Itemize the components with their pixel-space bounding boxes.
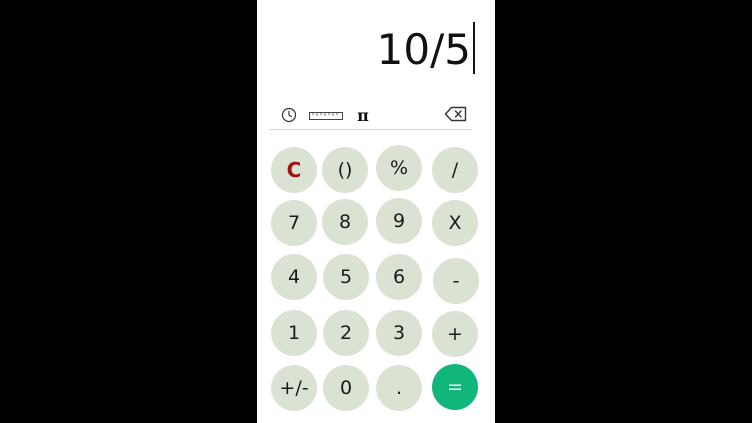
digit-8-button[interactable]: 8 (322, 199, 368, 245)
digit-1-button[interactable]: 1 (271, 310, 317, 356)
digit-3-button[interactable]: 3 (376, 310, 422, 356)
negate-button[interactable]: +/- (271, 365, 317, 411)
add-button[interactable]: + (432, 311, 478, 357)
parentheses-button[interactable]: () (322, 147, 368, 193)
digit-0-button[interactable]: 0 (323, 365, 369, 411)
keypad: C () % / 7 8 9 X 4 5 6 - 1 2 3 + +/- 0 .… (257, 0, 495, 423)
digit-9-button[interactable]: 9 (376, 198, 422, 244)
digit-5-button[interactable]: 5 (323, 254, 369, 300)
percent-button[interactable]: % (376, 145, 422, 191)
subtract-button[interactable]: - (433, 258, 479, 304)
calculator-screen: 10/5 π C () % / 7 8 9 X 4 5 6 - 1 2 3 + … (257, 0, 495, 423)
digit-2-button[interactable]: 2 (323, 310, 369, 356)
decimal-button[interactable]: . (376, 365, 422, 411)
digit-6-button[interactable]: 6 (376, 254, 422, 300)
clear-button[interactable]: C (271, 147, 317, 193)
equals-button[interactable]: = (432, 364, 478, 410)
multiply-button[interactable]: X (432, 200, 478, 246)
divide-button[interactable]: / (432, 147, 478, 193)
digit-4-button[interactable]: 4 (271, 254, 317, 300)
digit-7-button[interactable]: 7 (271, 200, 317, 246)
